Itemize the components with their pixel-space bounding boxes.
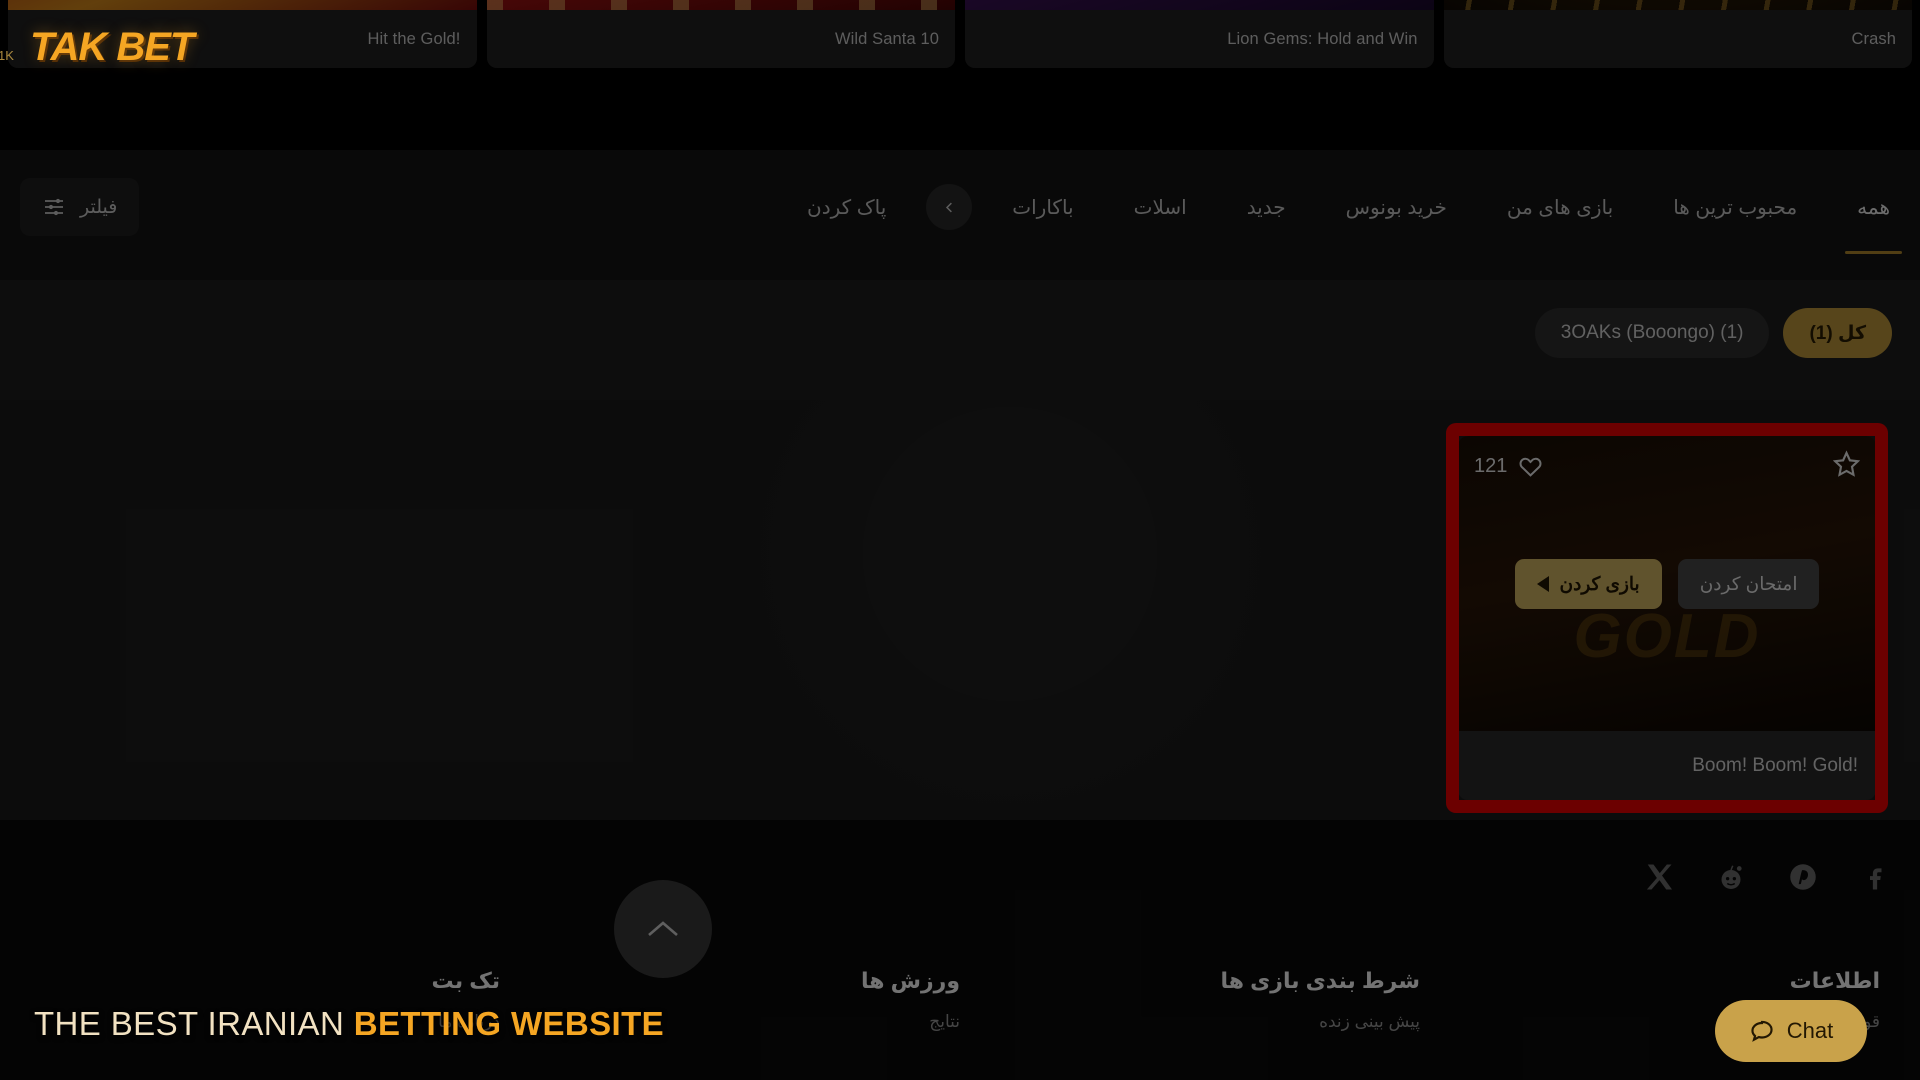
- footer-column-title: ورزش ها: [861, 968, 960, 993]
- social-link-reddit[interactable]: [1716, 862, 1746, 892]
- chat-widget-button[interactable]: Chat: [1715, 1000, 1867, 1062]
- mini-badge: 1K: [0, 48, 14, 63]
- game-thumbnail: [486, 0, 955, 10]
- clear-filters-label: پاک کردن: [807, 196, 887, 219]
- game-caption: Wild Santa 10: [486, 10, 955, 68]
- filter-label: فیلتر: [80, 196, 118, 218]
- category-tab-list: همه محبوب ترین ها بازی های من خرید بونوس…: [567, 168, 1920, 254]
- pinterest-icon: [1790, 864, 1816, 890]
- chip-label: 3OAKs (Booongo) (1): [1560, 322, 1744, 343]
- footer-column-title: اطلاعات: [1789, 968, 1880, 993]
- tab-baccarat[interactable]: باکارات: [982, 168, 1103, 246]
- chip-label: کل (1): [1809, 322, 1866, 344]
- reddit-icon: [1721, 865, 1742, 889]
- sliders-icon: [45, 198, 63, 216]
- twitter-x-icon: [1646, 864, 1672, 890]
- chevron-left-icon: [945, 202, 952, 212]
- game-results-grid: 121 امتحان کردن بازی کردن: [0, 400, 1920, 820]
- footer-column-game-betting: شرط بندی بازی ها پیش بینی زنده: [960, 968, 1420, 1044]
- watermark-highlight: BETTING WEBSITE: [353, 1005, 665, 1042]
- featured-game-card[interactable]: Wild Santa 10: [486, 0, 955, 68]
- social-link-facebook[interactable]: [1860, 862, 1890, 892]
- tab-my-games[interactable]: بازی های من: [1477, 168, 1643, 246]
- footer-column-title: شرط بندی بازی ها: [1220, 968, 1420, 993]
- tab-bonus-buy[interactable]: خرید بونوس: [1316, 168, 1477, 246]
- provider-chip-list: کل (1) 3OAKs (Booongo) (1): [1534, 308, 1892, 358]
- featured-game-card[interactable]: Crash: [1443, 0, 1912, 68]
- game-thumbnail: [8, 0, 477, 10]
- tab-slots[interactable]: اسلات: [1104, 168, 1217, 246]
- footer-column-title: تک بت: [431, 968, 500, 993]
- chip-all[interactable]: کل (1): [1783, 308, 1892, 358]
- scroll-to-top-button[interactable]: [614, 880, 712, 978]
- facebook-icon: [1870, 868, 1882, 890]
- tab-label: باکارات: [1012, 196, 1074, 219]
- tab-label: خرید بونوس: [1345, 196, 1447, 219]
- game-caption: Lion Gems: Hold and Win: [965, 10, 1434, 68]
- filter-button[interactable]: فیلتر: [20, 178, 140, 236]
- category-navbar: همه محبوب ترین ها بازی های من خرید بونوس…: [0, 150, 1920, 280]
- clear-filters-button[interactable]: پاک کردن: [777, 168, 916, 246]
- chip-provider-3oaks[interactable]: 3OAKs (Booongo) (1): [1534, 308, 1770, 358]
- tab-label: محبوب ترین ها: [1673, 196, 1798, 219]
- highlight-annotation: [1446, 423, 1888, 813]
- watermark-banner: THE BEST IRANIAN BETTING WEBSITE: [34, 1005, 664, 1043]
- tab-new[interactable]: جدید: [1217, 168, 1316, 246]
- tab-most-popular[interactable]: محبوب ترین ها: [1643, 168, 1827, 246]
- tab-label: اسلات: [1133, 196, 1187, 219]
- featured-games-strip: Crash Lion Gems: Hold and Win Wild Santa…: [0, 0, 1920, 68]
- watermark-prefix: THE BEST IRANIAN: [34, 1005, 354, 1042]
- social-links: [1644, 862, 1890, 892]
- game-caption: Crash: [1443, 10, 1912, 68]
- tab-label: جدید: [1246, 196, 1286, 219]
- game-thumbnail: [1443, 0, 1912, 10]
- social-link-pinterest[interactable]: [1788, 862, 1818, 892]
- provider-filter-band: کل (1) 3OAKs (Booongo) (1): [0, 280, 1920, 400]
- game-title: Lion Gems: Hold and Win: [1227, 29, 1418, 48]
- chevron-up-icon: [648, 921, 678, 936]
- tab-all[interactable]: همه: [1827, 168, 1920, 254]
- game-title: Hit the Gold!: [367, 29, 461, 48]
- chat-bubble-icon: [1751, 1020, 1773, 1042]
- tab-label: همه: [1857, 196, 1890, 219]
- tab-label: بازی های من: [1506, 196, 1614, 219]
- featured-game-card[interactable]: Lion Gems: Hold and Win: [965, 0, 1434, 68]
- game-thumbnail: [965, 0, 1434, 10]
- tabs-scroll-left-button[interactable]: [926, 184, 973, 230]
- chat-label: Chat: [1786, 1018, 1834, 1043]
- social-link-twitter-x[interactable]: [1644, 862, 1674, 892]
- footer-link[interactable]: پیش بینی زنده: [960, 1012, 1420, 1032]
- page-root: Crash Lion Gems: Hold and Win Wild Santa…: [0, 0, 1920, 1080]
- game-title: Wild Santa 10: [834, 29, 939, 48]
- site-logo[interactable]: TAK BET: [30, 25, 194, 70]
- game-title: Crash: [1851, 29, 1896, 48]
